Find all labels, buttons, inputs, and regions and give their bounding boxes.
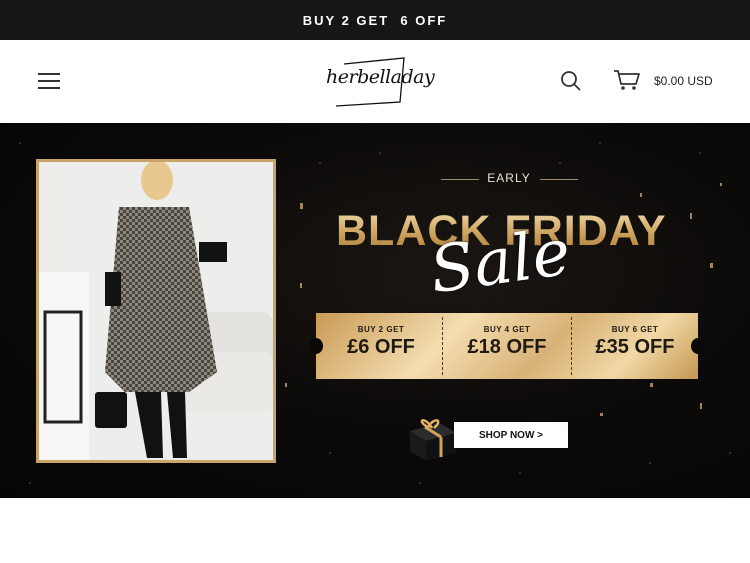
product-photo[interactable] [36,159,276,463]
logo-text: herbelladay [326,66,435,88]
coupon-condition: BUY 4 GET [483,325,531,334]
announcement-text: BUY 2 GET 6 OFF [302,12,448,28]
coupon-discount: £6 OFF [347,336,415,358]
search-button[interactable] [560,70,582,92]
menu-icon [38,73,60,75]
search-icon [561,71,581,91]
shop-now-button[interactable]: SHOP NOW > [454,422,568,448]
announcement-bar: BUY 2 GET 6 OFF [0,0,750,40]
coupon-buy6: BUY 6 GET £35 OFF [574,325,696,359]
early-divider-right [540,179,578,180]
coupon-buy2: BUY 2 GET £6 OFF [320,325,442,359]
ticket-divider [442,317,443,375]
coupon-discount: £18 OFF [467,336,547,358]
site-header: herbelladay $0.00 USD [0,40,750,123]
coupon-condition: BUY 2 GET [357,325,405,334]
cart-icon [614,70,640,90]
gift-box-icon [404,411,460,463]
cart-amount[interactable]: $0.00 USD [654,74,713,88]
early-label: EARLY [487,171,531,185]
coupon-buy4: BUY 4 GET £18 OFF [446,325,568,359]
brand-logo[interactable]: herbelladay [326,56,435,108]
coupon-discount: £35 OFF [595,336,675,358]
model-coat-image [39,162,273,460]
coupon-ticket: BUY 2 GET £6 OFF BUY 4 GET £18 OFF BUY 6… [309,313,705,379]
menu-icon-line [38,80,60,82]
hero-banner[interactable]: EARLY BLACK FRIDAY Sale BUY 2 GET £6 OFF… [0,123,750,498]
ticket-divider [571,317,572,375]
coupon-condition: BUY 6 GET [611,325,659,334]
menu-button[interactable] [38,70,62,90]
menu-icon-line [38,87,60,89]
cart-button[interactable] [613,68,641,92]
